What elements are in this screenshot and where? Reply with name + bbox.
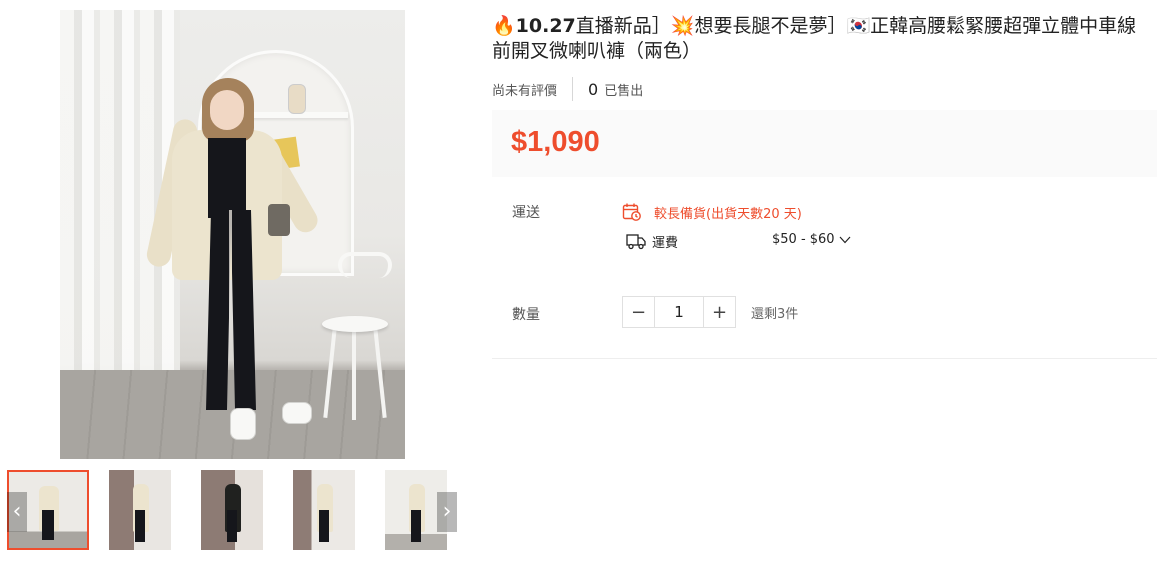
- gallery-next-button[interactable]: ›: [437, 492, 457, 532]
- chevron-left-icon: ‹: [12, 499, 22, 524]
- thumbnail-figure-legs: [319, 510, 329, 542]
- chair-back: [338, 252, 392, 278]
- truck-icon: [626, 234, 646, 250]
- sold-label: 已售出: [604, 83, 644, 99]
- chevron-right-icon: ›: [442, 499, 452, 524]
- shipping-fee-range: $50 - $60: [772, 232, 835, 247]
- shipping-fee-row: 運費: [626, 231, 678, 251]
- quantity-input[interactable]: 1: [654, 297, 704, 327]
- model-shoe: [230, 408, 256, 440]
- price-panel: $1,090: [492, 110, 1157, 177]
- title-text: 直播新品］: [575, 15, 671, 37]
- thumbnail[interactable]: [109, 470, 171, 550]
- shipping-label: 運送: [512, 205, 540, 221]
- fire-icon: 🔥: [492, 15, 516, 37]
- preorder-row: 較長備貨(出貨天數20 天): [622, 202, 802, 222]
- model-bag: [268, 204, 290, 236]
- preorder-text: 較長備貨(出貨天數20 天): [654, 206, 802, 222]
- thumbnail-figure-legs: [411, 510, 421, 542]
- stock-remaining: 還剩3件: [751, 307, 799, 322]
- quantity-stepper: − 1 +: [622, 296, 736, 328]
- chevron-down-icon: [839, 236, 851, 243]
- increase-quantity-button[interactable]: +: [704, 297, 735, 327]
- model-face: [210, 90, 244, 130]
- quantity-label: 數量: [512, 307, 540, 323]
- sold-count: 0: [588, 79, 599, 99]
- divider: [572, 77, 574, 101]
- rating-text: 尚未有評價: [492, 83, 558, 99]
- decrease-quantity-button[interactable]: −: [623, 297, 654, 327]
- spark-icon: 💥: [670, 15, 695, 37]
- thumbnail-figure-legs: [227, 510, 237, 542]
- model-shoe: [282, 402, 312, 424]
- thumbnail[interactable]: [293, 470, 355, 550]
- thumbnail-strip: ‹ ›: [0, 465, 465, 555]
- chair-seat: [322, 316, 388, 332]
- gallery-prev-button[interactable]: ‹: [7, 492, 27, 532]
- rating-sold-row: 尚未有評價 0 已售出: [492, 76, 643, 102]
- thumbnail[interactable]: [201, 470, 263, 550]
- thumbnail-figure-legs: [41, 510, 55, 541]
- shipping-fee-dropdown[interactable]: $50 - $60: [772, 232, 851, 247]
- model-top: [208, 138, 246, 218]
- title-date: 10.27: [515, 15, 576, 37]
- chair-leg: [352, 330, 356, 420]
- product-title: 🔥10.27直播新品］💥想要長腿不是夢］🇰🇷正韓高腰鬆緊腰超彈立體中車線前開叉微…: [492, 14, 1152, 64]
- divider: [492, 358, 1157, 359]
- korea-flag-icon: 🇰🇷: [846, 15, 871, 37]
- thumbnail-figure-legs: [135, 510, 145, 542]
- vase: [288, 84, 306, 114]
- shipping-fee-label: 運費: [652, 235, 679, 251]
- calendar-clock-icon: [622, 203, 641, 221]
- title-text: 想要長腿不是夢］: [694, 15, 847, 37]
- product-price: $1,090: [511, 126, 600, 158]
- main-product-image[interactable]: [60, 10, 405, 459]
